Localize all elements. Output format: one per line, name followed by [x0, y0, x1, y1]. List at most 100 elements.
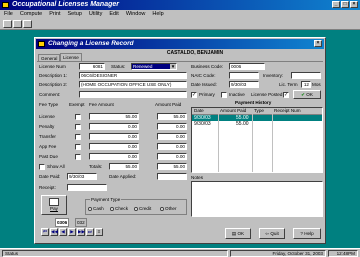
payment-option-credit[interactable]: Credit — [134, 205, 151, 212]
exempt-checkbox[interactable] — [75, 124, 81, 130]
exempt-checkbox[interactable] — [75, 144, 81, 150]
toolbar-open-icon[interactable] — [13, 20, 22, 28]
history-col-amount[interactable]: Amount Paid — [220, 108, 246, 114]
record-tab-0306[interactable]: 0306 — [55, 218, 70, 227]
lic-term-unit: Mos — [312, 82, 321, 87]
receipt-field[interactable] — [67, 184, 107, 191]
history-col-receipt[interactable]: Receipt Num — [274, 108, 301, 114]
fee-amount-field[interactable]: 0.00 — [89, 153, 139, 160]
status-time: 12:48PM — [328, 250, 358, 257]
fee-amount-field[interactable]: 0.00 — [89, 123, 139, 130]
table-row[interactable]: 9/30/03 55.00 — [192, 121, 322, 127]
payment-type-group: Payment Type Cash Check Credit Other — [85, 196, 187, 215]
close-icon[interactable]: × — [350, 1, 358, 8]
cash-radio[interactable] — [88, 206, 92, 211]
status-text: Status — [2, 250, 228, 257]
fee-amount-field[interactable]: 0.00 — [89, 143, 139, 150]
exempt-checkbox[interactable] — [75, 134, 81, 140]
menu-compute[interactable]: Compute — [20, 11, 42, 17]
chevron-down-icon[interactable]: ▼ — [170, 64, 176, 69]
app-title: Occupational Licenses Manager — [12, 1, 119, 8]
history-col-date[interactable]: Date — [194, 108, 204, 114]
business-code-field[interactable]: 0006 — [229, 63, 265, 70]
date-applied-field[interactable] — [157, 173, 187, 180]
fee-amount-field[interactable]: 55.00 — [89, 113, 139, 120]
menu-help[interactable]: Help — [152, 11, 163, 17]
amount-paid-field[interactable]: 0.00 — [157, 123, 187, 130]
status-select[interactable]: Renewed ▼ — [131, 63, 177, 70]
dialog-close-icon[interactable]: × — [314, 40, 322, 47]
minimize-icon[interactable]: _ — [332, 1, 340, 8]
status-label: Status: — [111, 64, 126, 69]
desc1-field[interactable]: 06C6/DESIGNER — [79, 72, 187, 79]
history-col-type[interactable]: Type — [254, 108, 264, 114]
fee-type-header: Fee Type — [39, 102, 59, 107]
maximize-icon[interactable]: □ — [341, 1, 349, 8]
notes-textarea[interactable] — [191, 181, 323, 217]
other-label: Other — [165, 206, 177, 211]
record-tab-032[interactable]: 032 — [75, 218, 87, 227]
col-divider — [272, 108, 273, 172]
help-icon: ? — [300, 231, 303, 236]
check-icon: ✔ — [301, 92, 305, 97]
ok-button[interactable]: ▤ OK — [225, 228, 251, 239]
date-paid-field[interactable]: 9/30/03 — [67, 173, 97, 180]
tab-license[interactable]: License — [60, 53, 82, 61]
desc2-field[interactable]: (HOME OCCUPATION OFFICE USE ONLY) — [79, 81, 187, 88]
menu-file[interactable]: File — [4, 11, 13, 17]
inventory-field[interactable] — [291, 72, 321, 79]
menu-edit[interactable]: Edit — [109, 11, 118, 17]
credit-radio[interactable] — [134, 206, 138, 211]
last-record-icon[interactable]: ⏭ — [86, 228, 94, 236]
show-all-checkbox[interactable] — [39, 164, 45, 170]
lic-term-field[interactable]: 12 — [301, 81, 311, 88]
app-icon[interactable] — [2, 2, 9, 8]
first-record-icon[interactable]: ⏮ — [41, 228, 49, 236]
record-menu-icon[interactable]: ≡ — [95, 228, 103, 236]
prev-page-icon[interactable]: ◀◀ — [50, 228, 58, 236]
tab-divider — [37, 61, 323, 62]
license-posted-checkbox[interactable]: ✓ — [283, 92, 289, 98]
amount-paid-field[interactable]: 55.00 — [157, 113, 187, 120]
ok-small-button[interactable]: ✔ OK — [293, 90, 321, 99]
fee-amount-field[interactable]: 0.00 — [89, 133, 139, 140]
pay-button[interactable]: Pay — [41, 195, 67, 215]
quit-button[interactable]: ⇦ Quit — [259, 228, 285, 239]
license-num-label: License Num — [39, 64, 66, 69]
notes-label: Notes — [191, 175, 204, 180]
amount-paid-field[interactable]: 0.00 — [157, 143, 187, 150]
col-divider — [252, 108, 253, 172]
toolbar-new-icon[interactable] — [3, 20, 12, 28]
payment-option-other[interactable]: Other — [160, 205, 177, 212]
prev-record-icon[interactable]: ◀ — [59, 228, 67, 236]
payment-option-cash[interactable]: Cash — [88, 205, 104, 212]
menu-utility[interactable]: Utility — [89, 11, 102, 17]
comment-field[interactable] — [79, 91, 187, 98]
fee-type-transfer: Transfer — [39, 134, 56, 139]
date-paid-label: Date Paid: — [39, 174, 61, 179]
date-issued-field[interactable]: 9/30/03 — [229, 81, 259, 88]
toolbar-print-icon[interactable] — [23, 20, 32, 28]
totals-label: Totals: — [89, 164, 103, 169]
license-num-field[interactable]: 6081 — [79, 63, 105, 70]
menu-setup[interactable]: Setup — [68, 11, 82, 17]
check-radio[interactable] — [110, 206, 114, 211]
next-page-icon[interactable]: ▶▶ — [77, 228, 85, 236]
payment-option-check[interactable]: Check — [110, 205, 128, 212]
next-record-icon[interactable]: ▶ — [68, 228, 76, 236]
amount-paid-field[interactable]: 0.00 — [157, 133, 187, 140]
exempt-checkbox[interactable] — [75, 114, 81, 120]
license-dialog: Changing a License Record × CASTALDO, BE… — [34, 37, 326, 244]
help-button[interactable]: ? Help — [293, 228, 321, 239]
other-radio[interactable] — [160, 206, 164, 211]
primary-checkbox[interactable]: ✓ — [191, 92, 197, 98]
primary-label: Primary — [199, 92, 215, 97]
exempt-checkbox[interactable] — [75, 154, 81, 160]
amount-paid-field[interactable]: 0.00 — [157, 153, 187, 160]
lic-term-label: Lic. Term — [279, 82, 298, 87]
menu-window[interactable]: Window — [126, 11, 146, 17]
comment-label: Comment: — [39, 92, 61, 97]
menu-print[interactable]: Print — [49, 11, 60, 17]
naic-field[interactable] — [229, 72, 259, 79]
inactive-checkbox[interactable] — [221, 92, 227, 98]
